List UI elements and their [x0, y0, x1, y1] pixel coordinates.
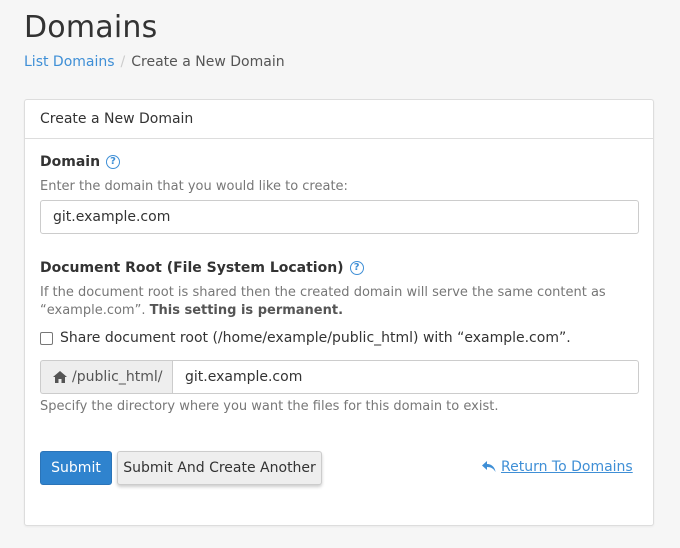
docroot-prefix-addon: /public_html/ [40, 360, 172, 394]
help-icon[interactable]: ? [106, 155, 121, 169]
return-to-domains-link[interactable]: Return To Domains [482, 459, 633, 475]
page-title: Domains [24, 10, 158, 45]
docroot-hint-permanent: This setting is permanent. [149, 303, 344, 318]
create-domain-panel: Create a New Domain Domain ? Enter the d… [24, 99, 654, 526]
domain-label-row: Domain ? [40, 154, 121, 170]
panel-heading: Create a New Domain [25, 100, 653, 139]
breadcrumb-list-domains[interactable]: List Domains [24, 54, 115, 70]
docroot-hint-example: “example.com”. [40, 303, 146, 318]
submit-and-create-another-button[interactable]: Submit And Create Another [117, 451, 322, 485]
share-docroot-row[interactable]: Share document root (/home/example/publi… [40, 330, 571, 346]
breadcrumb-separator: / [120, 54, 126, 70]
domain-input[interactable] [40, 200, 639, 234]
docroot-hint-line1: If the document root is shared then the … [40, 285, 606, 300]
share-docroot-checkbox[interactable] [40, 331, 53, 345]
reply-arrow-icon [482, 461, 496, 472]
home-icon [53, 371, 67, 383]
docroot-hint-line2: “example.com”. This setting is permanent… [40, 302, 640, 320]
domain-label: Domain [40, 154, 101, 170]
breadcrumb: List Domains / Create a New Domain [24, 54, 285, 70]
docroot-hint: If the document root is shared then the … [40, 284, 640, 320]
docroot-footer-hint: Specify the directory where you want the… [40, 399, 499, 414]
domain-hint: Enter the domain that you would like to … [40, 179, 348, 194]
return-to-domains-label[interactable]: Return To Domains [501, 459, 633, 475]
docroot-label: Document Root (File System Location) [40, 260, 344, 276]
share-docroot-label[interactable]: Share document root (/home/example/publi… [60, 330, 571, 346]
help-icon[interactable]: ? [349, 261, 364, 275]
docroot-prefix: /public_html/ [72, 369, 163, 385]
breadcrumb-current: Create a New Domain [131, 54, 285, 70]
docroot-input[interactable] [172, 360, 639, 394]
docroot-label-row: Document Root (File System Location) ? [40, 260, 364, 276]
submit-button[interactable]: Submit [40, 451, 112, 485]
